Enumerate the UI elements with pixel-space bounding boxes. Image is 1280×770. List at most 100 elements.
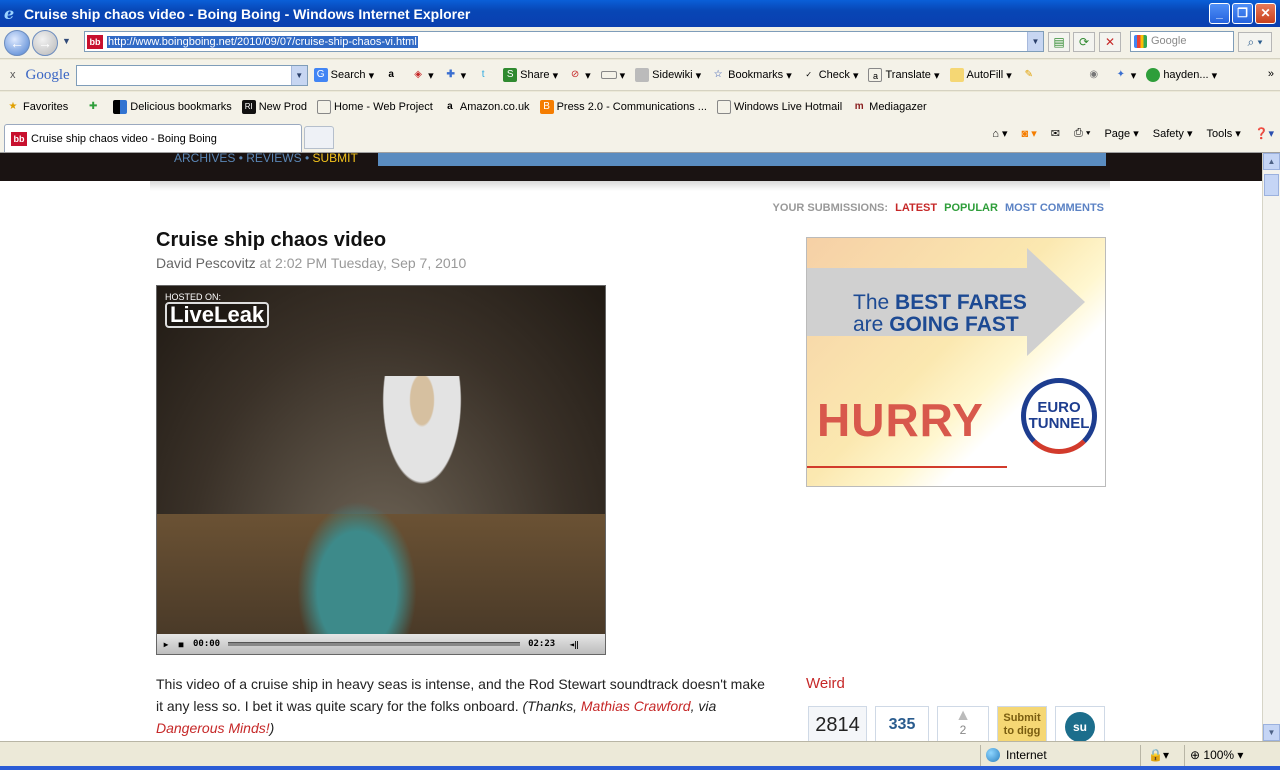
google-search-input[interactable]: ▼ xyxy=(75,64,308,86)
toolbar-search[interactable]: G Search ▾ xyxy=(313,68,374,82)
scroll-thumb[interactable] xyxy=(1264,174,1279,196)
wifi-button[interactable]: ◉ xyxy=(1087,68,1104,82)
zoom-control[interactable]: ⊕ 100% ▾ xyxy=(1190,748,1243,762)
protected-mode-icon[interactable]: 🔒▾ xyxy=(1148,748,1169,762)
submissions-label: YOUR SUBMISSIONS: xyxy=(772,202,889,214)
thanks-name-link[interactable]: Mathias Crawford xyxy=(581,698,691,714)
toolbar-translate[interactable]: a Translate ▾ xyxy=(868,68,940,82)
post-byline: David Pescovitz at 2:02 PM Tuesday, Sep … xyxy=(156,255,466,271)
favorites-button[interactable]: ★ Favorites xyxy=(6,100,69,114)
tab-active[interactable]: bb Cruise ship chaos video - Boing Boing xyxy=(4,124,302,152)
play-icon[interactable]: ▶ xyxy=(160,640,172,649)
toolbar-overflow-icon[interactable]: » xyxy=(1268,68,1274,80)
toolbar-autofill[interactable]: AutoFill ▾ xyxy=(949,68,1012,82)
bookmark-plus-button[interactable]: ◈ ▾ xyxy=(411,68,433,82)
tools-menu[interactable]: Tools ▾ xyxy=(1207,127,1241,140)
fav-mediagazer[interactable]: m Mediagazer xyxy=(852,100,927,114)
close-window-button[interactable]: ✕ xyxy=(1255,3,1276,24)
form-button[interactable]: ▾ xyxy=(600,69,625,82)
thanks-source-link[interactable]: Dangerous Minds! xyxy=(156,720,270,736)
scroll-up-icon[interactable]: ▲ xyxy=(1263,153,1280,170)
star-icon: ☆ xyxy=(713,69,723,80)
sidewiki-icon xyxy=(635,68,650,82)
volume-icon[interactable]: ◄‖ xyxy=(563,640,585,649)
feeds-icon[interactable]: ◙ ▾ xyxy=(1022,127,1037,140)
nav-archives-link[interactable]: ARCHIVES xyxy=(174,153,235,165)
plus-button[interactable]: ✚ ▾ xyxy=(444,68,466,82)
toolbar-account[interactable]: hayden... ▾ xyxy=(1146,68,1217,82)
video-player[interactable]: HOSTED ON: LiveLeak ▶ ■ 00:00 02:23 ◄‖ xyxy=(156,285,606,655)
post-body: This video of a cruise ship in heavy sea… xyxy=(156,673,766,739)
status-separator xyxy=(1140,745,1141,767)
tab-favicon-icon: bb xyxy=(11,131,27,146)
highlight-button[interactable]: ✎ xyxy=(1022,68,1039,82)
nav-reviews-link[interactable]: REVIEWS xyxy=(246,153,301,165)
share-count-box[interactable]: 2814 xyxy=(808,706,867,741)
search-placeholder: Google xyxy=(1151,35,1187,47)
google-toolbar: x Google ▼ G Search ▾ a ◈ ▾ ✚ ▾ t S Share ▾ … xyxy=(0,60,1280,91)
safety-menu[interactable]: Safety ▾ xyxy=(1153,127,1193,140)
stop-icon[interactable]: ✕ xyxy=(1099,32,1121,52)
vote-box[interactable]: ▲ 2 xyxy=(937,706,989,741)
amazon-icon: a xyxy=(388,69,394,80)
search-input[interactable]: Google xyxy=(1130,31,1234,52)
stumbleupon-button[interactable]: su xyxy=(1055,706,1105,741)
popup-blocker-button[interactable]: ⊘ ▾ xyxy=(568,68,591,82)
address-url[interactable]: http://www.boingboing.net/2010/09/07/cru… xyxy=(107,35,418,48)
security-zone[interactable]: Internet xyxy=(986,748,1047,762)
fav-home-web[interactable]: Home - Web Project xyxy=(317,99,433,114)
post-author-link[interactable]: David Pescovitz xyxy=(156,255,256,271)
maximize-button[interactable]: ❐ xyxy=(1232,3,1253,24)
twitter-button[interactable]: t xyxy=(476,68,493,82)
stop-video-icon[interactable]: ■ xyxy=(175,640,187,649)
post-title[interactable]: Cruise ship chaos video xyxy=(156,229,386,252)
close-toolbar-button[interactable]: x xyxy=(10,69,16,81)
toolbar-share[interactable]: S Share ▾ xyxy=(503,68,558,82)
amazon-button[interactable]: a xyxy=(384,68,401,82)
refresh-icon[interactable]: ⟳ xyxy=(1073,32,1095,52)
nav-submit-link[interactable]: SUBMIT xyxy=(312,153,357,165)
submissions-most-comments-link[interactable]: MOST COMMENTS xyxy=(1005,202,1104,214)
search-go-icon[interactable]: ⌕ ▾ xyxy=(1238,32,1272,52)
video-controls: ▶ ■ 00:00 02:23 ◄‖ xyxy=(157,634,605,654)
category-link[interactable]: Weird xyxy=(806,675,845,692)
translate-icon: a xyxy=(868,68,883,82)
add-favorite-button[interactable]: ✚ xyxy=(86,100,103,114)
help-icon[interactable]: ❓▾ xyxy=(1255,127,1274,140)
eurotunnel-ad[interactable]: The BEST FARES are GOING FAST HURRY EURO… xyxy=(806,237,1106,487)
back-button[interactable]: ← xyxy=(4,30,30,56)
autofill-icon xyxy=(949,68,964,82)
submissions-latest-link[interactable]: LATEST xyxy=(895,202,937,214)
new-tab-button[interactable] xyxy=(304,126,334,149)
settings-button[interactable]: ✦ ▾ xyxy=(1114,68,1137,82)
fav-newprod[interactable]: RI New Prod xyxy=(241,99,307,114)
fav-hotmail[interactable]: Windows Live Hotmail xyxy=(716,99,842,114)
ad-curve-line xyxy=(807,450,1007,468)
compatibility-icon[interactable]: ▤ xyxy=(1048,32,1070,52)
fav-delicious[interactable]: Delicious bookmarks xyxy=(113,99,232,114)
forward-button[interactable]: → xyxy=(32,30,58,56)
address-dropdown-icon[interactable]: ▼ xyxy=(1027,32,1043,51)
page-menu[interactable]: Page ▾ xyxy=(1104,127,1138,140)
submissions-popular-link[interactable]: POPULAR xyxy=(944,202,998,214)
toolbar-check[interactable]: ✓ Check ▾ xyxy=(802,68,858,82)
print-icon[interactable]: ⎙ ▾ xyxy=(1074,127,1090,140)
video-seek-bar[interactable] xyxy=(228,642,521,646)
fav-delicious-label: Delicious bookmarks xyxy=(130,100,232,113)
fav-home-web-label: Home - Web Project xyxy=(334,100,433,113)
scroll-down-icon[interactable]: ▼ xyxy=(1263,724,1280,741)
mail-icon[interactable]: ✉ xyxy=(1051,127,1060,140)
history-dropdown-icon[interactable]: ▼ xyxy=(62,36,71,46)
vertical-scrollbar[interactable]: ▲ ▼ xyxy=(1262,153,1280,741)
toolbar-bookmarks[interactable]: ☆ Bookmarks ▾ xyxy=(711,68,792,82)
address-input[interactable]: bb http://www.boingboing.net/2010/09/07/… xyxy=(84,31,1044,52)
digg-button[interactable]: Submit to digg xyxy=(997,706,1047,741)
fav-amazon[interactable]: a Amazon.co.uk xyxy=(443,100,529,114)
home-icon[interactable]: ⌂ ▾ xyxy=(992,127,1007,140)
toolbar-sidewiki[interactable]: Sidewiki ▾ xyxy=(635,68,701,82)
google-search-dropdown-icon[interactable]: ▼ xyxy=(290,65,307,85)
fav-press[interactable]: B Press 2.0 - Communications ... xyxy=(539,99,707,114)
minimize-button[interactable]: _ xyxy=(1209,3,1230,24)
tweet-count-box[interactable]: 335 xyxy=(875,706,929,741)
mediagazer-icon: m xyxy=(854,100,864,112)
